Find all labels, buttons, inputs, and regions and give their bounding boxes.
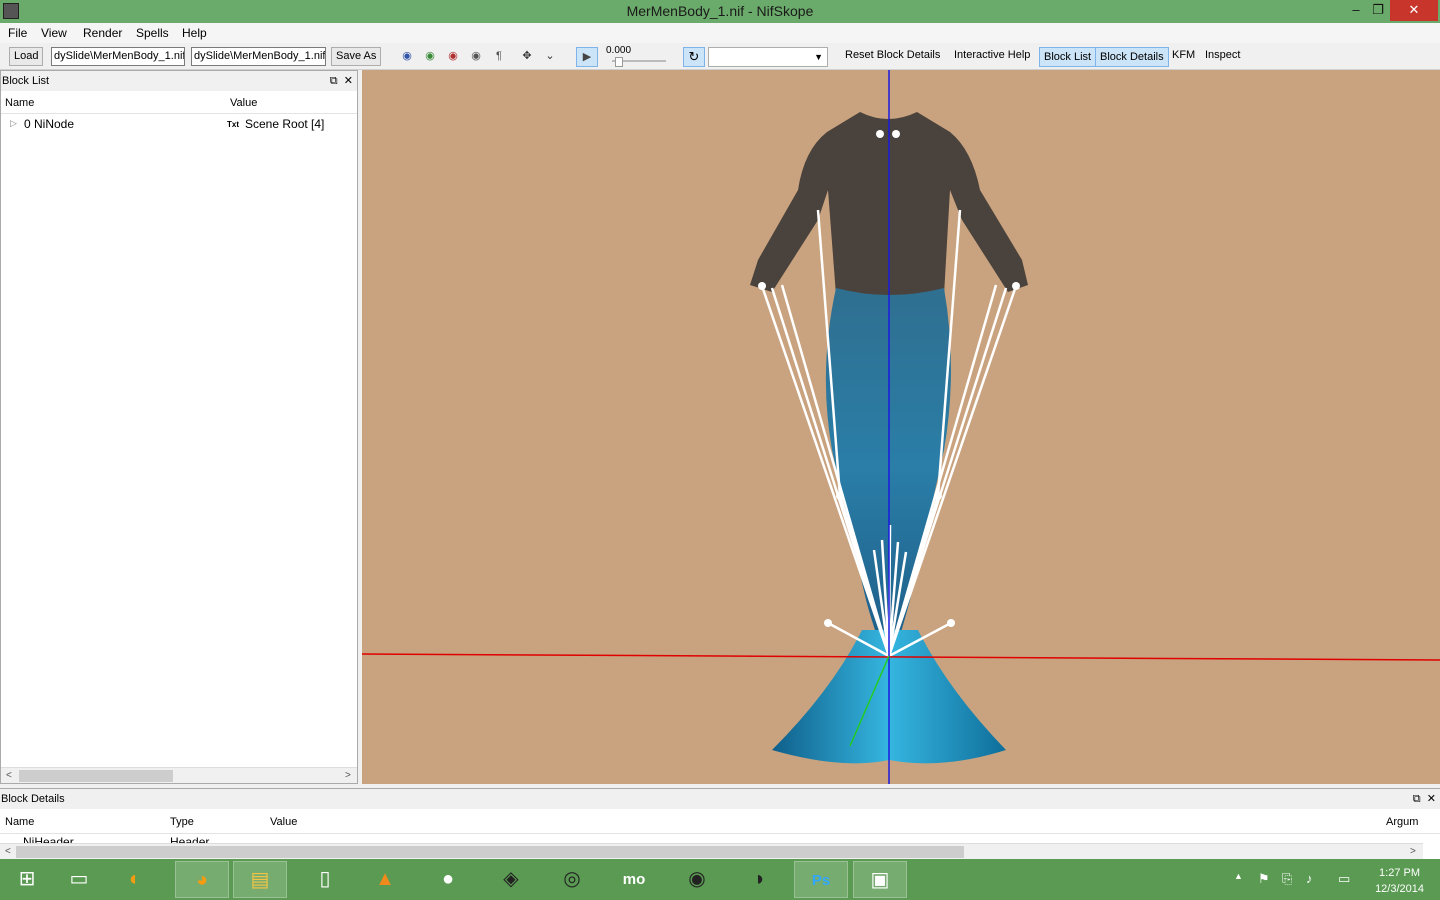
close-icon[interactable]: ✕ bbox=[344, 75, 353, 87]
inspect-button[interactable]: Inspect bbox=[1205, 49, 1240, 61]
clock-time: 1:27 PM bbox=[1379, 867, 1421, 879]
float-icon[interactable]: ⧉ bbox=[1413, 793, 1421, 805]
block-list-header: Block List ⧉ ✕ bbox=[1, 71, 357, 91]
menu-help[interactable]: Help bbox=[182, 26, 207, 40]
column-name[interactable]: Name bbox=[5, 816, 34, 828]
start-button[interactable]: ⊞ bbox=[0, 861, 54, 898]
header-divider bbox=[0, 833, 1440, 834]
block-details-panel: Block Details ⧉ ✕ Name Type Value Argum … bbox=[0, 788, 1440, 859]
row-type: Header bbox=[170, 835, 210, 843]
panel-buttons: ⧉ ✕ bbox=[330, 71, 353, 91]
time-value: 0.000 bbox=[606, 45, 632, 56]
notepad-icon[interactable]: ▯ bbox=[298, 861, 352, 898]
taskbar: ⊞ ▭ ◐ ◕ ▤ ▯ ▲ ● ◈ ◎ mo ◉ ◗ Ps ▣ ▲ ⚑ ⎘ ♪ … bbox=[0, 859, 1440, 900]
load-button[interactable]: Load bbox=[9, 47, 44, 66]
float-icon[interactable]: ⧉ bbox=[330, 75, 338, 87]
tray-expand-icon[interactable]: ▲ bbox=[1234, 871, 1243, 881]
load-path-field[interactable]: dySlide\MerMenBody_1.nif bbox=[51, 47, 185, 66]
reset-block-details-button[interactable]: Reset Block Details bbox=[845, 49, 940, 61]
column-argument[interactable]: Argum bbox=[1386, 816, 1418, 828]
flag-icon[interactable]: ⚑ bbox=[1258, 871, 1270, 887]
block-details-toggle[interactable]: Block Details bbox=[1095, 47, 1169, 67]
menu-bar: File View Render Spells Help bbox=[0, 23, 1440, 43]
scroll-left-icon[interactable]: < bbox=[5, 844, 11, 860]
txt-type-icon: Txt bbox=[227, 120, 239, 129]
header-divider bbox=[1, 113, 357, 114]
firefox-alt-icon[interactable]: ◐ bbox=[108, 861, 162, 898]
view-side-icon[interactable]: ◉ bbox=[422, 49, 438, 63]
firefox-icon[interactable]: ◕ bbox=[175, 861, 229, 898]
menu-render[interactable]: Render bbox=[83, 26, 122, 40]
scroll-right-icon[interactable]: > bbox=[1410, 844, 1416, 860]
scroll-right-icon[interactable]: > bbox=[345, 768, 351, 784]
row-value: Scene Root [4] bbox=[245, 117, 325, 131]
menu-file[interactable]: File bbox=[8, 26, 27, 40]
clock[interactable]: 1:27 PM 12/3/2014 bbox=[1375, 865, 1424, 897]
notification-icon[interactable]: ▭ bbox=[1338, 871, 1350, 887]
move-icon[interactable]: ✥ bbox=[519, 49, 535, 63]
block-details-header: Block Details ⧉ ✕ bbox=[0, 789, 1440, 809]
menu-view[interactable]: View bbox=[41, 26, 67, 40]
close-button[interactable]: ✕ bbox=[1390, 0, 1438, 21]
model-render bbox=[362, 70, 1440, 784]
chat-icon[interactable]: ● bbox=[421, 861, 475, 898]
panel-buttons: ⧉ ✕ bbox=[1413, 789, 1436, 809]
scroll-thumb[interactable] bbox=[19, 770, 173, 782]
main-toolbar: Load dySlide\MerMenBody_1.nif dySlide\Me… bbox=[0, 43, 1440, 70]
mo-icon[interactable]: mo bbox=[607, 861, 661, 898]
scroll-thumb[interactable] bbox=[16, 846, 964, 858]
row-name: 0 NiNode bbox=[24, 117, 75, 131]
view-user-icon[interactable]: ◉ bbox=[468, 49, 484, 63]
save-path-field[interactable]: dySlide\MerMenBody_1.nif bbox=[191, 47, 326, 66]
explorer-window-icon[interactable]: ▭ bbox=[52, 861, 106, 898]
volume-icon[interactable]: ♪ bbox=[1306, 871, 1313, 886]
steam-icon[interactable]: ◉ bbox=[670, 861, 724, 898]
walk-icon[interactable]: ¶ bbox=[491, 49, 507, 63]
block-list-hscroll[interactable]: < > bbox=[1, 767, 357, 783]
interactive-help-button[interactable]: Interactive Help bbox=[954, 49, 1030, 61]
block-list-toggle[interactable]: Block List bbox=[1039, 47, 1097, 67]
nifskope-icon[interactable]: ▣ bbox=[853, 861, 907, 898]
vlc-icon[interactable]: ▲ bbox=[358, 861, 412, 898]
animation-select[interactable]: ▼ bbox=[708, 47, 828, 67]
row-name: NiHeader bbox=[23, 835, 74, 843]
render-viewport[interactable] bbox=[362, 70, 1440, 784]
column-name[interactable]: Name bbox=[5, 97, 34, 109]
block-details-title: Block Details bbox=[1, 793, 65, 805]
close-icon[interactable]: ✕ bbox=[1427, 793, 1436, 805]
creation-kit-icon[interactable]: ◎ bbox=[545, 861, 599, 898]
column-value[interactable]: Value bbox=[270, 816, 297, 828]
view-top-icon[interactable]: ◉ bbox=[445, 49, 461, 63]
expand-arrow-icon[interactable]: ▷ bbox=[10, 118, 17, 129]
block-list-title: Block List bbox=[2, 75, 50, 87]
column-type[interactable]: Type bbox=[170, 816, 194, 828]
loop-button[interactable]: ↻ bbox=[683, 47, 705, 67]
column-value[interactable]: Value bbox=[230, 97, 257, 109]
dropdown-arrow-icon[interactable]: ⌄ bbox=[542, 49, 558, 63]
file-explorer-icon[interactable]: ▤ bbox=[233, 861, 287, 898]
block-details-hscroll[interactable]: < > bbox=[0, 843, 1423, 859]
network-icon[interactable]: ⎘ bbox=[1282, 871, 1292, 887]
window-title: MerMenBody_1.nif - NifSkope bbox=[626, 3, 814, 19]
clock-date: 12/3/2014 bbox=[1375, 883, 1424, 895]
skse-icon[interactable]: ◗ bbox=[733, 861, 787, 898]
kfm-button[interactable]: KFM bbox=[1172, 49, 1195, 61]
save-as-button[interactable]: Save As bbox=[331, 47, 382, 66]
table-row[interactable]: NiHeader Header bbox=[0, 835, 1440, 843]
scroll-left-icon[interactable]: < bbox=[6, 768, 12, 784]
view-front-icon[interactable]: ◉ bbox=[399, 49, 415, 63]
photoshop-icon[interactable]: Ps bbox=[794, 861, 848, 898]
play-button[interactable]: ▶ bbox=[576, 47, 598, 67]
gamepad-icon[interactable]: ◈ bbox=[484, 861, 538, 898]
chevron-down-icon: ▼ bbox=[814, 52, 823, 62]
menu-spells[interactable]: Spells bbox=[136, 26, 169, 40]
title-bar: MerMenBody_1.nif - NifSkope ‒ ❐ ✕ bbox=[0, 0, 1440, 23]
time-slider-thumb[interactable] bbox=[615, 57, 623, 67]
block-list-panel: Block List ⧉ ✕ Name Value ▷ 0 NiNode Txt… bbox=[0, 70, 358, 784]
